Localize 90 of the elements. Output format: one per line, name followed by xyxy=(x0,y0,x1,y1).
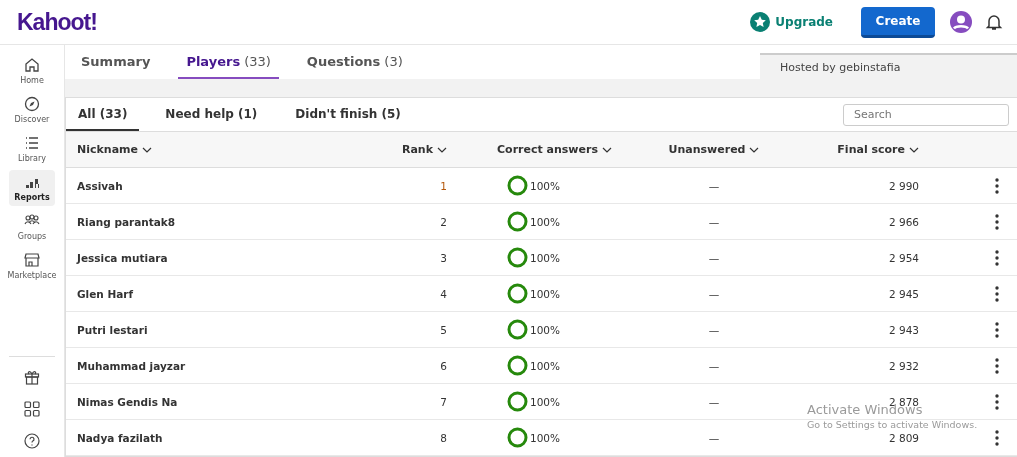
percent-text: 100% xyxy=(530,251,561,264)
unanswered-cell-text: — xyxy=(707,215,721,228)
column-header[interactable]: Final score xyxy=(789,143,919,156)
percent-text: 100% xyxy=(530,359,561,372)
more-options-icon[interactable] xyxy=(995,285,999,302)
score-cell-text: 2 990 xyxy=(887,179,919,192)
ring-icon xyxy=(507,211,528,232)
sidebar-item[interactable]: Marketplace xyxy=(9,248,55,284)
compass-icon xyxy=(24,96,40,112)
unanswered-cell-text: — xyxy=(707,323,721,336)
create-button[interactable]: Create xyxy=(861,6,935,38)
report-tab[interactable]: Summary xyxy=(73,45,159,80)
ring-icon xyxy=(507,391,528,412)
search-field[interactable]: Search xyxy=(843,103,1009,126)
gift-icon[interactable] xyxy=(24,369,40,385)
rank-cell-text: 4 xyxy=(439,287,447,300)
ring-icon xyxy=(507,319,528,340)
bell-icon[interactable] xyxy=(985,13,1003,31)
column-header[interactable]: Correct answers xyxy=(447,143,639,156)
chevron-down-icon xyxy=(142,146,152,153)
unanswered-cell-text: — xyxy=(707,359,721,372)
apps-grid-icon[interactable] xyxy=(24,401,40,417)
sidebar-item[interactable]: Home xyxy=(9,53,55,89)
column-header[interactable]: Unanswered xyxy=(639,143,789,156)
rank-cell-text: 1 xyxy=(439,179,447,192)
score-cell-text: 2 945 xyxy=(887,287,919,300)
score-cell-text: 2 954 xyxy=(887,251,919,264)
ring-icon xyxy=(507,247,528,268)
sidebar-item[interactable]: Library xyxy=(9,131,55,167)
sidebar-item[interactable]: Reports xyxy=(9,170,55,206)
percent-text: 100% xyxy=(530,215,561,228)
ring-icon xyxy=(507,427,528,448)
nickname-cell-text: Nadya fazilath xyxy=(76,431,164,444)
activation-notice-text: Go to Settings to activate Windows. xyxy=(807,419,978,430)
rank-cell-text: 6 xyxy=(439,359,447,372)
column-header[interactable]: Nickname xyxy=(66,143,302,156)
more-options-icon[interactable] xyxy=(995,177,999,194)
rank-cell-text: 5 xyxy=(439,323,447,336)
chevron-down-icon xyxy=(601,146,612,153)
nickname-cell-text: Riang parantak8 xyxy=(76,215,177,228)
report-tab[interactable]: Questions (3) xyxy=(298,45,411,80)
upgrade-link[interactable]: Upgrade xyxy=(750,12,833,32)
more-options-icon[interactable] xyxy=(995,249,999,266)
column-header[interactable]: Rank xyxy=(302,143,447,156)
ring-icon xyxy=(507,175,528,196)
percent-text: 100% xyxy=(530,431,561,444)
nickname-cell-text: Glen Harf xyxy=(76,287,135,300)
percent-text: 100% xyxy=(530,323,561,336)
rank-cell-text: 3 xyxy=(439,251,447,264)
ring-icon xyxy=(507,283,528,304)
unanswered-cell-text: — xyxy=(707,251,721,264)
host-text: Hosted by gebinstafia xyxy=(780,60,901,74)
chevron-down-icon xyxy=(909,146,919,153)
unanswered-cell-text: — xyxy=(707,431,721,444)
sidebar-item[interactable]: Discover xyxy=(9,92,55,128)
score-cell-text: 2 966 xyxy=(887,215,919,228)
more-options-icon[interactable] xyxy=(995,429,999,446)
nickname-cell-text: Putri lestari xyxy=(76,323,149,336)
home-icon xyxy=(24,57,40,73)
chevron-down-icon xyxy=(437,146,447,153)
unanswered-cell-text: — xyxy=(707,179,721,192)
more-options-icon[interactable] xyxy=(995,213,999,230)
rank-cell-text: 2 xyxy=(439,215,447,228)
nickname-cell-text: Jessica mutiara xyxy=(75,251,169,264)
logo[interactable]: Kahoot! xyxy=(17,8,97,36)
more-options-icon[interactable] xyxy=(995,393,999,410)
percent-text: 100% xyxy=(530,395,561,408)
list-icon xyxy=(24,135,40,151)
more-options-icon[interactable] xyxy=(995,321,999,338)
avatar-icon[interactable] xyxy=(949,10,973,34)
unanswered-cell-text: — xyxy=(707,395,721,408)
sidebar-item[interactable]: Groups xyxy=(9,209,55,245)
nickname-cell-text: Muhammad jayzar xyxy=(76,359,187,372)
rank-cell-text: 7 xyxy=(439,395,447,408)
ring-icon xyxy=(507,355,528,376)
unanswered-cell-text: — xyxy=(707,287,721,300)
help-icon[interactable] xyxy=(24,433,40,449)
more-options-icon[interactable] xyxy=(995,357,999,374)
percent-text: 100% xyxy=(530,179,561,192)
score-cell-text: 2 932 xyxy=(887,359,919,372)
chevron-down-icon xyxy=(749,146,760,153)
score-cell-text: 2 943 xyxy=(887,323,919,336)
nickname-cell-text: Nimas Gendis Na xyxy=(76,395,179,408)
percent-text: 100% xyxy=(530,287,561,300)
filter-tab[interactable]: Need help (1) xyxy=(153,98,270,131)
filter-tab[interactable]: Didn't finish (5) xyxy=(283,98,413,131)
store-icon xyxy=(24,252,40,268)
score-cell-text: 2 809 xyxy=(887,431,919,444)
rank-cell-text: 8 xyxy=(439,431,447,444)
nickname-cell-text: Assivah xyxy=(76,179,124,192)
